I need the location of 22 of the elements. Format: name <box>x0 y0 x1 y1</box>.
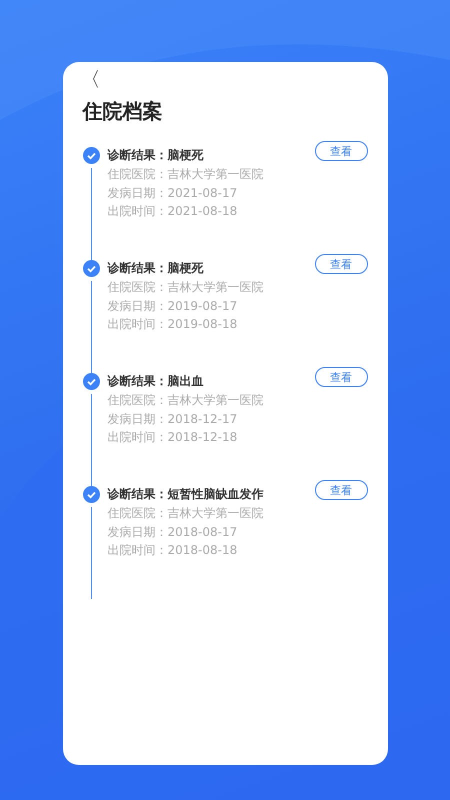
view-button[interactable]: 查看 <box>314 254 368 274</box>
view-button[interactable]: 查看 <box>314 480 368 500</box>
onset-date-text: 发病日期：2018-12-17 <box>108 410 238 427</box>
diagnosis-text: 诊断结果：脑梗死 <box>108 260 204 277</box>
view-button[interactable]: 查看 <box>314 141 368 161</box>
page-title: 住院档案 <box>82 98 164 125</box>
view-button[interactable]: 查看 <box>314 367 368 387</box>
onset-date-text: 发病日期：2021-08-17 <box>108 184 238 201</box>
discharge-date-text: 出院时间：2021-08-18 <box>108 203 238 220</box>
hospital-text: 住院医院：吉林大学第一医院 <box>108 505 264 522</box>
discharge-date-text: 出院时间：2018-08-18 <box>108 542 238 558</box>
diagnosis-text: 诊断结果：脑出血 <box>108 373 204 390</box>
back-button[interactable]: 〈 <box>80 68 100 92</box>
hospital-text: 住院医院：吉林大学第一医院 <box>108 166 264 182</box>
hospital-text: 住院医院：吉林大学第一医院 <box>108 392 264 408</box>
onset-date-text: 发病日期：2018-08-17 <box>108 524 238 540</box>
diagnosis-text: 诊断结果：脑梗死 <box>108 147 204 164</box>
onset-date-text: 发病日期：2019-08-17 <box>108 298 238 314</box>
hospital-text: 住院医院：吉林大学第一医院 <box>108 279 264 296</box>
discharge-date-text: 出院时间：2018-12-18 <box>108 429 238 446</box>
diagnosis-text: 诊断结果：短暂性脑缺血发作 <box>108 486 264 503</box>
discharge-date-text: 出院时间：2019-08-18 <box>108 316 238 332</box>
